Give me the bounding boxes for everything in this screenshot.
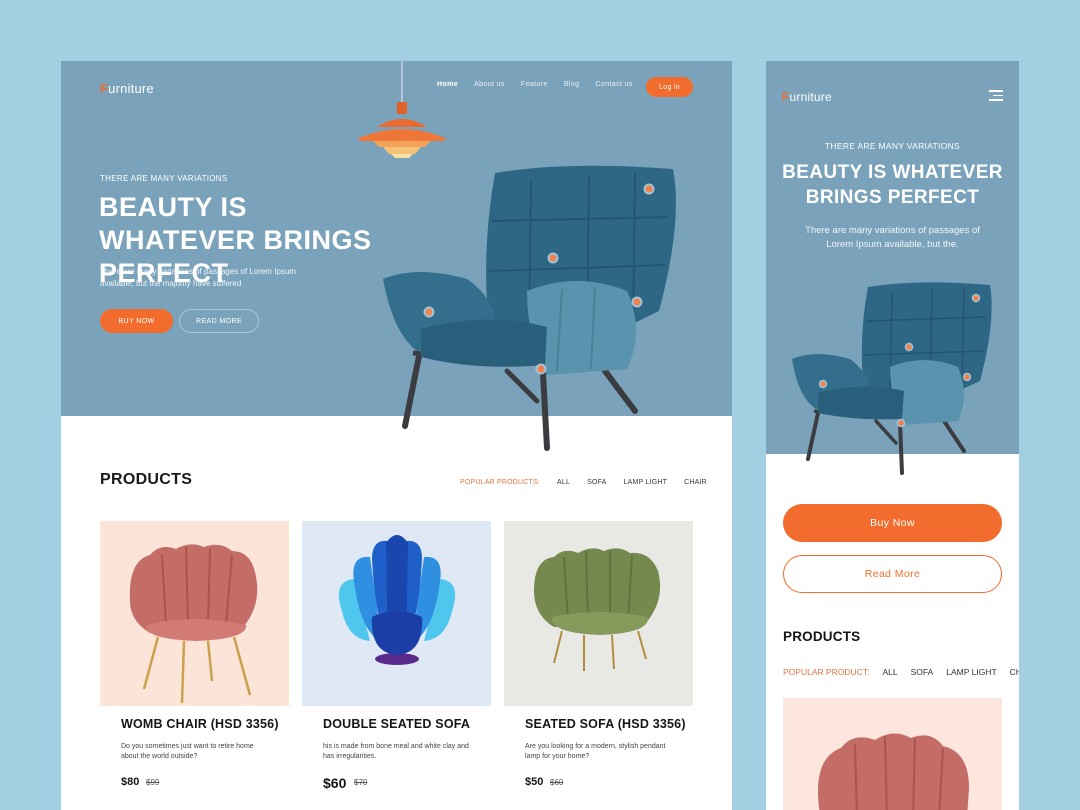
products-heading: PRODUCTS: [100, 471, 193, 488]
mobile-read-more-button[interactable]: Read More: [783, 555, 1002, 593]
menu-icon[interactable]: [989, 90, 1003, 101]
mobile-hero-eyebrow: THERE ARE MANY VARIATIONS: [824, 141, 961, 151]
mobile-hero-subtitle: There are many variations of passages of…: [805, 225, 980, 250]
hero-eyebrow: THERE ARE MANY VARIATIONS: [100, 174, 228, 183]
read-more-button[interactable]: READ MORE: [179, 309, 259, 333]
filter-lamp-light[interactable]: LAMP LIGHT: [946, 667, 996, 677]
product-price: $50: [525, 776, 544, 788]
product-card-womb-chair[interactable]: WOMB CHAIR (HSD 3356) Do you sometimes j…: [100, 521, 289, 810]
mobile-logo[interactable]: Furniture: [782, 90, 832, 104]
nav-contact[interactable]: Contact us: [595, 81, 632, 88]
filter-label: POPULAR PRODUCT:: [783, 667, 870, 677]
product-description: his is made from bone meal and white cla…: [323, 743, 469, 760]
login-button[interactable]: Log in: [646, 77, 693, 97]
product-price: $60: [323, 775, 347, 791]
filter-sofa[interactable]: SOFA: [911, 667, 934, 677]
product-image: [504, 521, 693, 706]
hero-subtitle: There are many variations of passages of…: [100, 267, 297, 288]
product-image: [100, 521, 289, 706]
mobile-hero-title: BEAUTY IS WHATEVER BRINGS PERFECT: [782, 162, 1003, 208]
filter-sofa[interactable]: SOFA: [587, 479, 606, 486]
buy-now-button[interactable]: BUY NOW: [100, 309, 173, 333]
product-image: [818, 733, 969, 810]
pendant-lamp-icon: [357, 61, 447, 158]
product-price: $80: [121, 776, 140, 788]
desktop-frame: Furniture Home About us Feature Blog Con…: [61, 61, 732, 810]
product-name: DOUBLE SEATED SOFA: [323, 717, 471, 731]
filter-all[interactable]: ALL: [882, 667, 897, 677]
armchair-image: [383, 165, 676, 451]
mobile-buy-now-button[interactable]: Buy Now: [783, 504, 1002, 542]
filter-lamp-light[interactable]: LAMP LIGHT: [624, 479, 668, 486]
filter-label: POPULAR PRODUCTS:: [460, 479, 541, 486]
product-description: Are you looking for a modern, stylish pe…: [525, 743, 666, 760]
mobile-products-heading: PRODUCTS: [783, 629, 861, 644]
mobile-product-card[interactable]: [783, 698, 1002, 810]
logo[interactable]: Furniture: [100, 81, 154, 96]
filter-chair[interactable]: CHAIR: [684, 479, 707, 486]
product-description: Do you sometimes just want to retire hom…: [121, 743, 254, 760]
nav-blog[interactable]: Blog: [564, 81, 580, 88]
filter-all[interactable]: ALL: [557, 479, 570, 486]
mobile-armchair-image: [792, 282, 992, 475]
product-old-price: $60: [550, 778, 564, 787]
mobile-product-filters: POPULAR PRODUCT: ALL SOFA LAMP LIGHT CHA…: [783, 667, 1019, 677]
main-nav: Home About us Feature Blog Contact us: [437, 81, 633, 88]
product-old-price: $70: [354, 778, 368, 787]
filter-chair[interactable]: CHAIR: [1010, 667, 1019, 677]
product-name: WOMB CHAIR (HSD 3356): [121, 717, 279, 731]
nav-feature[interactable]: Feature: [521, 81, 548, 88]
product-filters: POPULAR PRODUCTS: ALL SOFA LAMP LIGHT CH…: [460, 479, 707, 486]
product-image: [302, 521, 491, 706]
product-old-price: $99: [146, 778, 160, 787]
product-card-seated-sofa[interactable]: SEATED SOFA (HSD 3356) Are you looking f…: [504, 521, 693, 810]
mobile-frame: Furniture THERE ARE MANY VARIATIONS BEAU…: [766, 61, 1019, 810]
product-name: SEATED SOFA (HSD 3356): [525, 717, 686, 731]
product-card-double-seated-sofa[interactable]: DOUBLE SEATED SOFA his is made from bone…: [302, 521, 491, 810]
nav-about[interactable]: About us: [474, 81, 505, 88]
